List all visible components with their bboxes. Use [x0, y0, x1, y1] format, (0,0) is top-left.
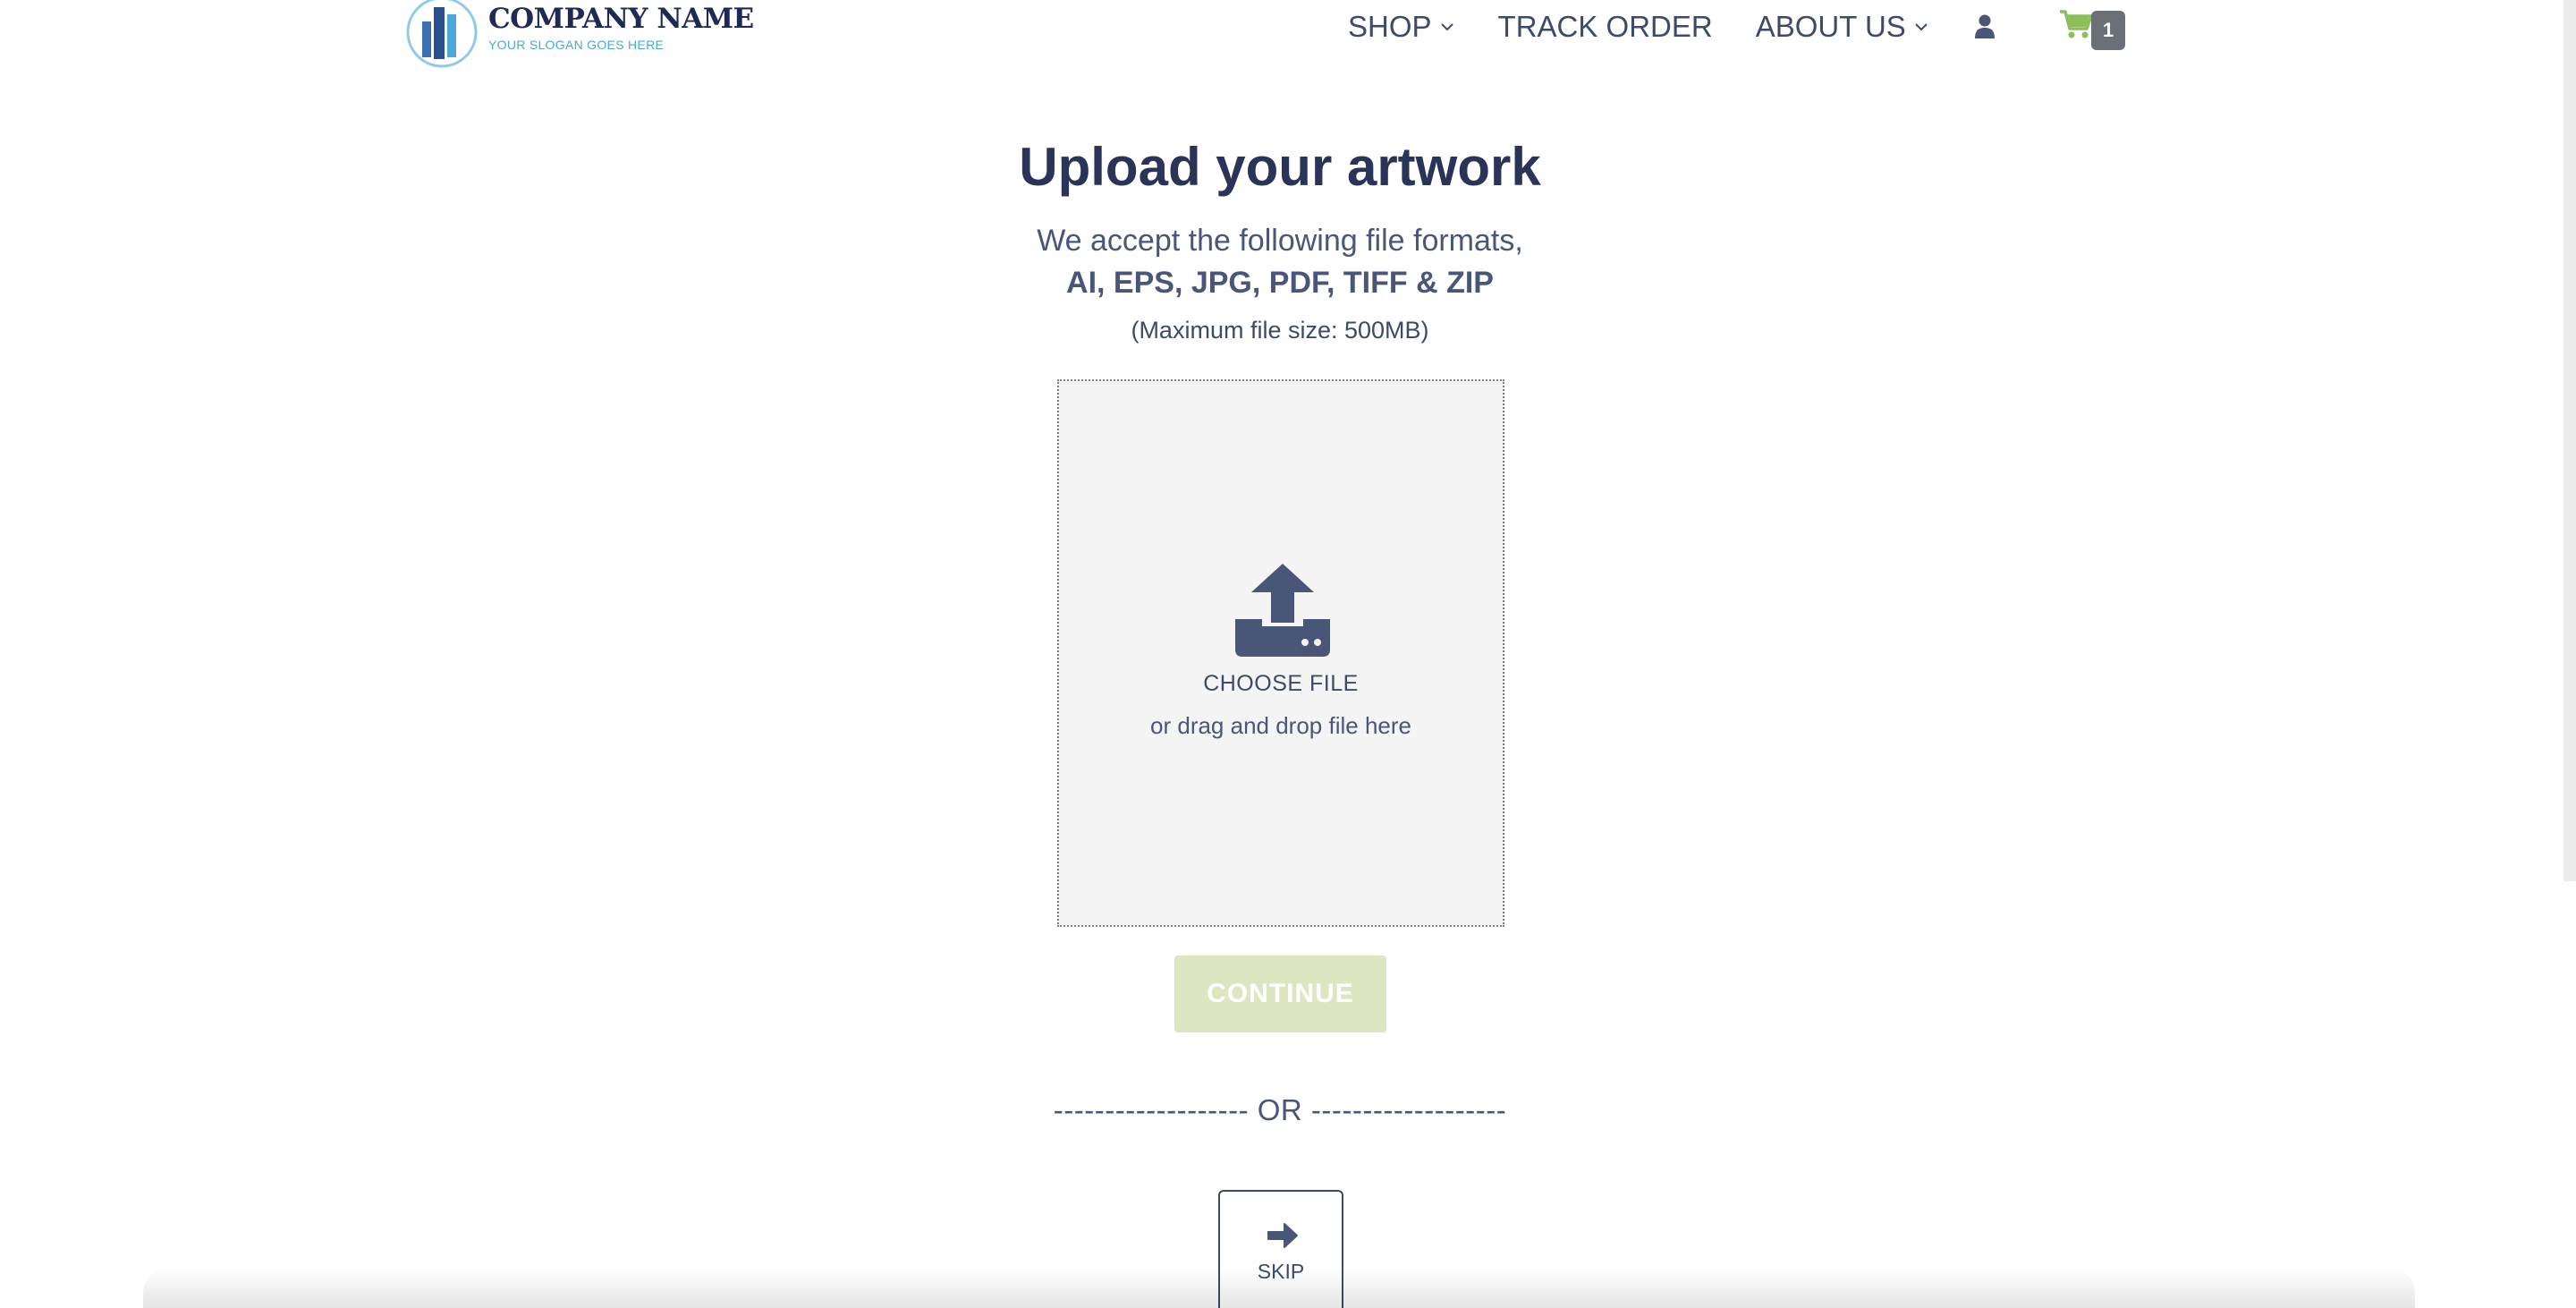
- or-divider: ------------------- OR -----------------…: [1053, 1093, 1507, 1126]
- choose-file-label[interactable]: CHOOSE FILE: [1059, 671, 1503, 697]
- user-icon[interactable]: [1974, 13, 1996, 40]
- company-name: COMPANY NAME: [488, 3, 754, 35]
- upload-icon: [1235, 564, 1330, 657]
- cart-button[interactable]: 1: [2059, 9, 2125, 50]
- company-logo[interactable]: COMPANY NAME YOUR SLOGAN GOES HERE: [404, 0, 754, 70]
- nav-shop[interactable]: SHOP: [1348, 10, 1455, 44]
- cart-count-badge: 1: [2091, 11, 2125, 50]
- drag-drop-hint: or drag and drop file here: [1150, 712, 1411, 739]
- shopping-cart-icon: [2060, 10, 2093, 38]
- main-nav: SHOP TRACK ORDER ABOUT US: [1348, 5, 1996, 48]
- building-logo-icon: [406, 0, 478, 68]
- file-dropzone[interactable]: CHOOSE FILE or drag and drop file here: [1057, 379, 1504, 927]
- nav-about-us-label: ABOUT US: [1755, 10, 1906, 43]
- accepted-formats-intro: We accept the following file formats,: [1037, 224, 1523, 258]
- company-slogan: YOUR SLOGAN GOES HERE: [488, 38, 665, 52]
- max-file-size: (Maximum file size: 500MB): [1131, 317, 1429, 344]
- nav-track-order[interactable]: TRACK ORDER: [1498, 10, 1713, 44]
- chevron-down-icon: [1915, 23, 1928, 31]
- page: COMPANY NAME YOUR SLOGAN GOES HERE SHOP …: [0, 0, 2576, 1308]
- scrollbar[interactable]: [2563, 0, 2576, 881]
- nav-about-us[interactable]: ABOUT US: [1756, 10, 1929, 44]
- nav-track-order-label: TRACK ORDER: [1497, 10, 1713, 43]
- arrow-right-icon: [1267, 1223, 1298, 1248]
- page-title: Upload your artwork: [1019, 137, 1541, 197]
- skip-label: SKIP: [1257, 1260, 1305, 1283]
- chevron-down-icon: [1440, 23, 1453, 31]
- nav-shop-label: SHOP: [1348, 10, 1432, 43]
- skip-button[interactable]: SKIP: [1218, 1190, 1343, 1308]
- continue-button[interactable]: CONTINUE: [1174, 956, 1386, 1032]
- accepted-formats-list: AI, EPS, JPG, PDF, TIFF & ZIP: [1066, 266, 1494, 300]
